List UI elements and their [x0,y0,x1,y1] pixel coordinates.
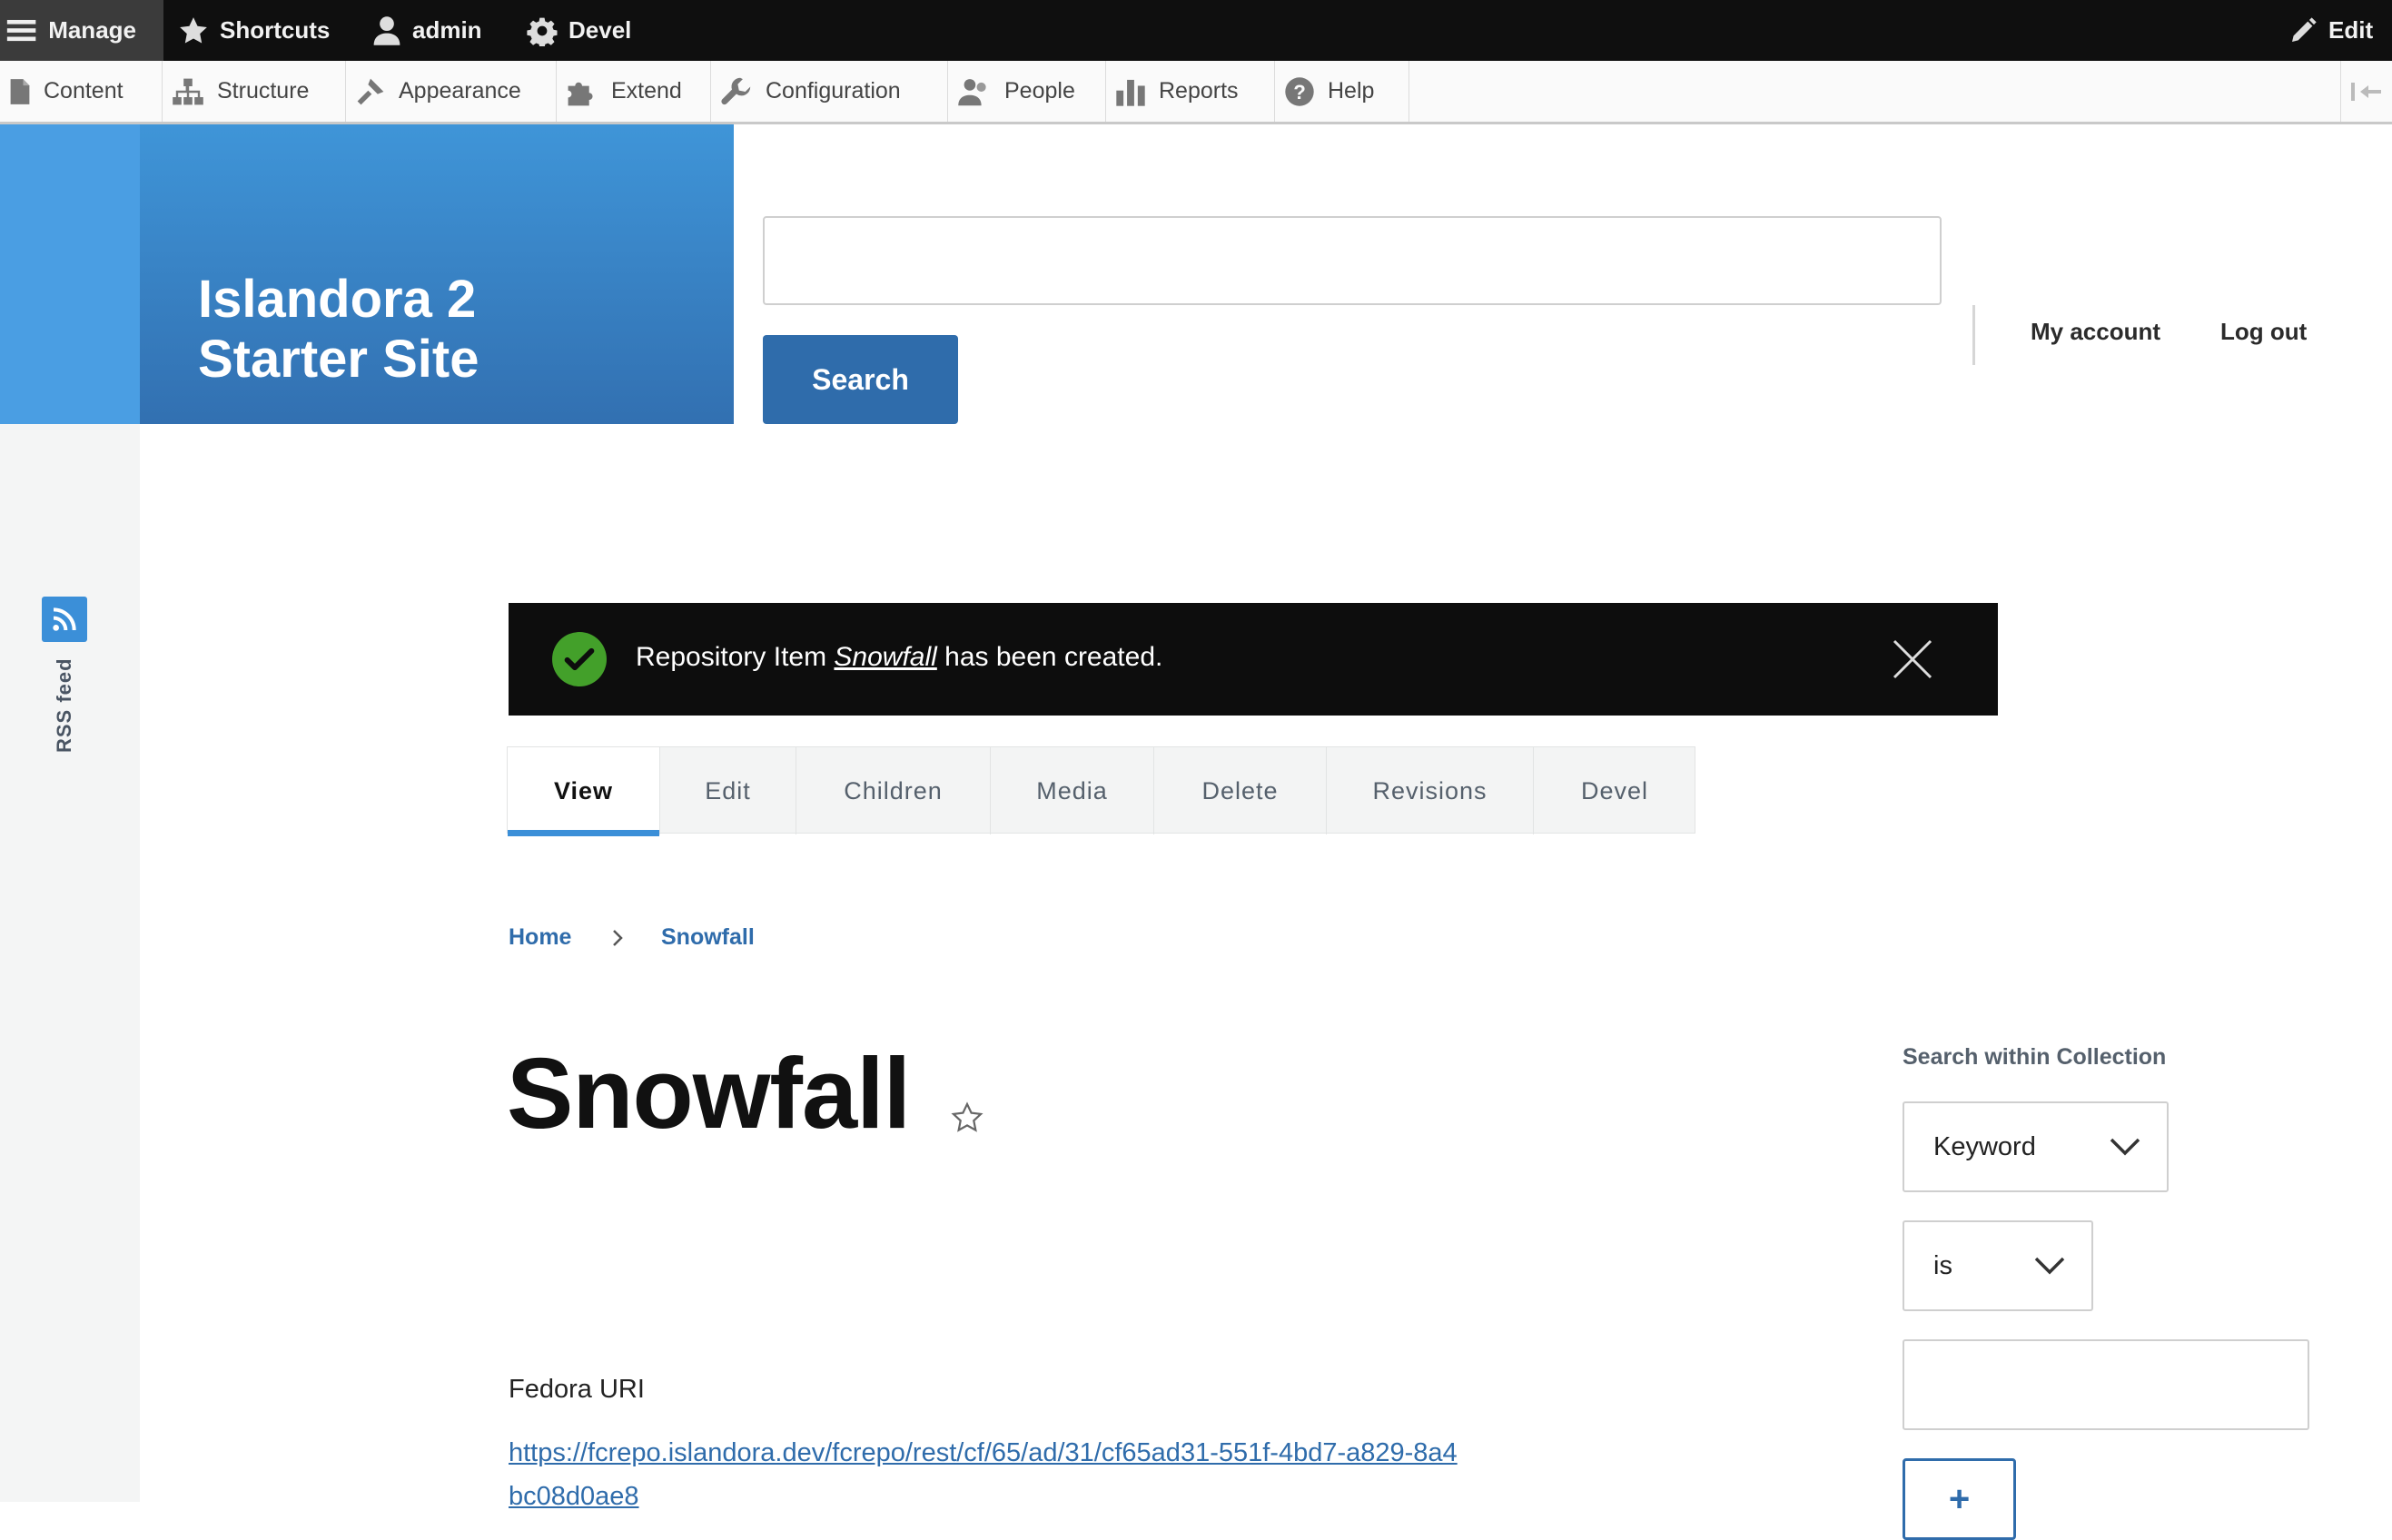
site-name-line1: Islandora 2 [198,270,477,329]
svg-text:?: ? [1293,80,1306,103]
star-outline-icon[interactable] [950,1101,984,1135]
message-suffix: has been created. [936,642,1163,672]
field-select[interactable]: Keyword [1903,1101,2169,1192]
tray-item-reports[interactable]: Reports [1106,61,1275,122]
puzzle-icon [568,82,593,105]
admin-toolbar: Manage Shortcuts admin Devel Edit [0,0,2392,61]
devel-label: Devel [568,16,632,44]
operator-select-value: is [1933,1250,1952,1280]
tab-children[interactable]: Children [796,747,991,834]
page-icon [10,78,30,104]
hamburger-icon [6,19,36,41]
tab-revisions[interactable]: Revisions [1327,747,1534,834]
tab-delete[interactable]: Delete [1154,747,1327,834]
wrench-icon [721,77,751,104]
tray-item-label: Configuration [766,78,901,104]
sitemap-icon [173,78,203,104]
search-input[interactable] [763,216,1942,305]
field-select-value: Keyword [1933,1131,2036,1161]
help-icon: ? [1285,76,1314,106]
rss-feed-label[interactable]: RSS feed [53,657,76,753]
tray-item-extend[interactable]: Extend [557,61,711,122]
breadcrumb-current[interactable]: Snowfall [661,924,755,951]
user-label: admin [412,16,482,44]
site-name-link[interactable]: Islandora 2 Starter Site [198,270,707,390]
rss-feed-link[interactable] [42,597,87,642]
tab-view[interactable]: View [508,747,660,836]
chevron-down-icon [2034,1257,2065,1275]
tray-item-label: Help [1328,78,1375,104]
collapse-arrow-icon [2351,82,2381,101]
fedora-uri-link[interactable]: https://fcrepo.islandora.dev/fcrepo/rest… [509,1431,1471,1518]
tab-edit[interactable]: Edit [660,747,796,834]
paintbrush-icon [357,78,384,104]
tray-item-structure[interactable]: Structure [163,61,346,122]
tab-devel[interactable]: Devel [1534,747,1695,834]
user-button[interactable]: admin [372,0,482,61]
page-title: Snowfall [507,1038,911,1150]
tray-item-label: Structure [217,78,310,104]
chevron-right-icon [613,930,623,946]
site-branding: Islandora 2 Starter Site [0,124,734,424]
pencil-icon [2292,16,2317,42]
devel-button[interactable]: Devel [527,0,631,61]
tray-item-people[interactable]: People [948,61,1106,122]
rss-icon [53,607,76,631]
star-icon [180,16,207,43]
tray-collapse-button[interactable] [2340,61,2392,122]
tray-item-content[interactable]: Content [0,61,163,122]
status-message: Repository Item Snowfall has been create… [509,603,1998,716]
gear-icon [527,17,558,46]
logout-link[interactable]: Log out [2220,318,2307,346]
tray-item-label: Reports [1159,78,1239,104]
close-icon[interactable] [1891,637,1934,681]
chevron-down-icon [2110,1138,2140,1156]
tray-item-label: Appearance [399,78,521,104]
local-tabs: View Edit Children Media Delete Revision… [507,746,1695,836]
operator-select[interactable]: is [1903,1220,2093,1311]
collection-search-value-input[interactable] [1903,1339,2309,1430]
tray-item-label: People [1004,78,1075,104]
bar-chart-icon [1116,79,1145,106]
status-message-text: Repository Item Snowfall has been create… [636,642,1162,673]
manage-button[interactable]: Manage [0,0,163,61]
success-check-icon [552,632,607,686]
account-divider [1972,305,1975,365]
admin-tray: Content Structure Appearance Extend Conf… [0,61,2392,124]
search-button[interactable]: Search [763,335,958,424]
tray-item-label: Content [44,78,124,104]
tray-item-help[interactable]: ? Help [1275,61,1409,122]
people-icon [958,78,986,105]
tab-media[interactable]: Media [991,747,1154,834]
shortcuts-label: Shortcuts [220,16,331,44]
tray-item-configuration[interactable]: Configuration [711,61,948,122]
tray-item-label: Extend [611,78,682,104]
manage-label: Manage [48,16,136,44]
shortcuts-button[interactable]: Shortcuts [178,0,330,61]
site-name-line2: Starter Site [198,330,479,389]
field-label-fedora-uri: Fedora URI [509,1375,645,1404]
message-item-link[interactable]: Snowfall [834,642,936,672]
message-prefix: Repository Item [636,642,835,672]
edit-label: Edit [2328,16,2374,44]
my-account-link[interactable]: My account [2031,318,2160,346]
collection-search-title: Search within Collection [1903,1044,2167,1070]
branding-edge [0,124,140,424]
tray-item-appearance[interactable]: Appearance [346,61,557,122]
edit-button[interactable]: Edit [2288,0,2373,61]
user-icon [373,15,400,45]
breadcrumb-home[interactable]: Home [509,924,571,951]
add-condition-button[interactable]: + [1903,1458,2016,1540]
